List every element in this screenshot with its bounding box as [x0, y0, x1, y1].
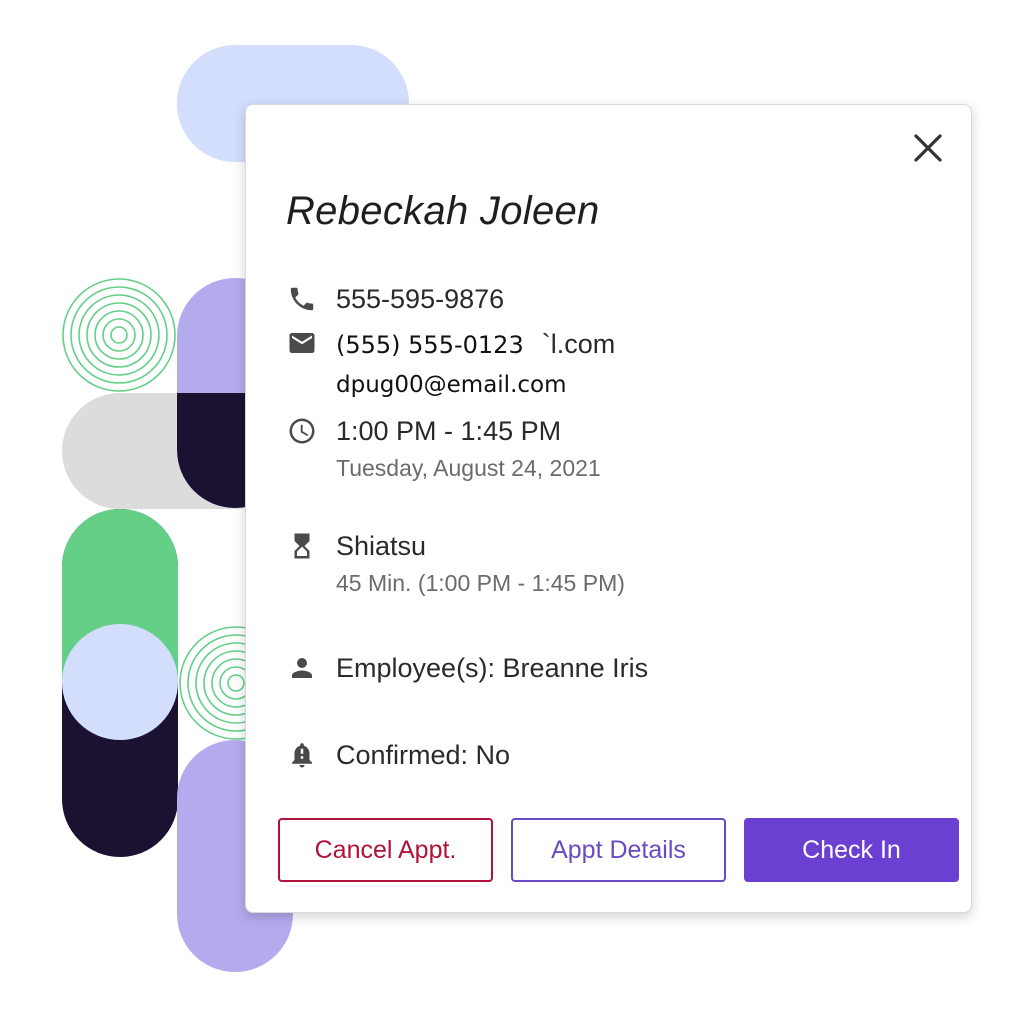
bell-alert-icon [286, 739, 318, 771]
appointment-card: Rebeckah Joleen 555-595-9876 (555) 555-0… [245, 104, 972, 913]
clock-icon [286, 415, 318, 447]
email-address[interactable]: dpug00@email.com [336, 368, 615, 402]
employee-row: Employee(s): Breanne Iris [286, 652, 648, 684]
service-detail: 45 Min. (1:00 PM - 1:45 PM) [336, 570, 625, 596]
appointment-date: Tuesday, August 24, 2021 [336, 455, 601, 481]
phone-row: 555-595-9876 [286, 283, 504, 315]
confirmed-status: Confirmed: No [336, 740, 511, 770]
employee-text: Employee(s): Breanne Iris [336, 653, 649, 683]
appointment-time: 1:00 PM - 1:45 PM [336, 416, 562, 446]
email-overlay-text: (555) 555-0123 [336, 331, 524, 359]
close-icon [914, 134, 942, 162]
email-icon [286, 327, 318, 359]
hourglass-icon [286, 530, 318, 562]
service-name: Shiatsu [336, 531, 427, 561]
phone-icon [286, 283, 318, 315]
service-row: Shiatsu 45 Min. (1:00 PM - 1:45 PM) [286, 530, 625, 598]
cancel-appointment-button[interactable]: Cancel Appt. [278, 818, 493, 882]
email-faint-text: `l.com [541, 329, 616, 359]
confirmed-row: Confirmed: No [286, 739, 510, 771]
person-icon [286, 652, 318, 684]
client-name: Rebeckah Joleen [286, 189, 600, 233]
phone-number: 555-595-9876 [336, 284, 505, 314]
time-row: 1:00 PM - 1:45 PM Tuesday, August 24, 20… [286, 415, 601, 483]
email-row [286, 327, 336, 359]
decor-rings-top [62, 278, 176, 392]
appointment-details-button[interactable]: Appt Details [511, 818, 726, 882]
decor-circle-light [62, 624, 178, 740]
close-button[interactable] [909, 129, 947, 167]
check-in-button[interactable]: Check In [744, 818, 959, 882]
email-block: (555) 555-0123 `l.com dpug00@email.com [336, 327, 615, 402]
